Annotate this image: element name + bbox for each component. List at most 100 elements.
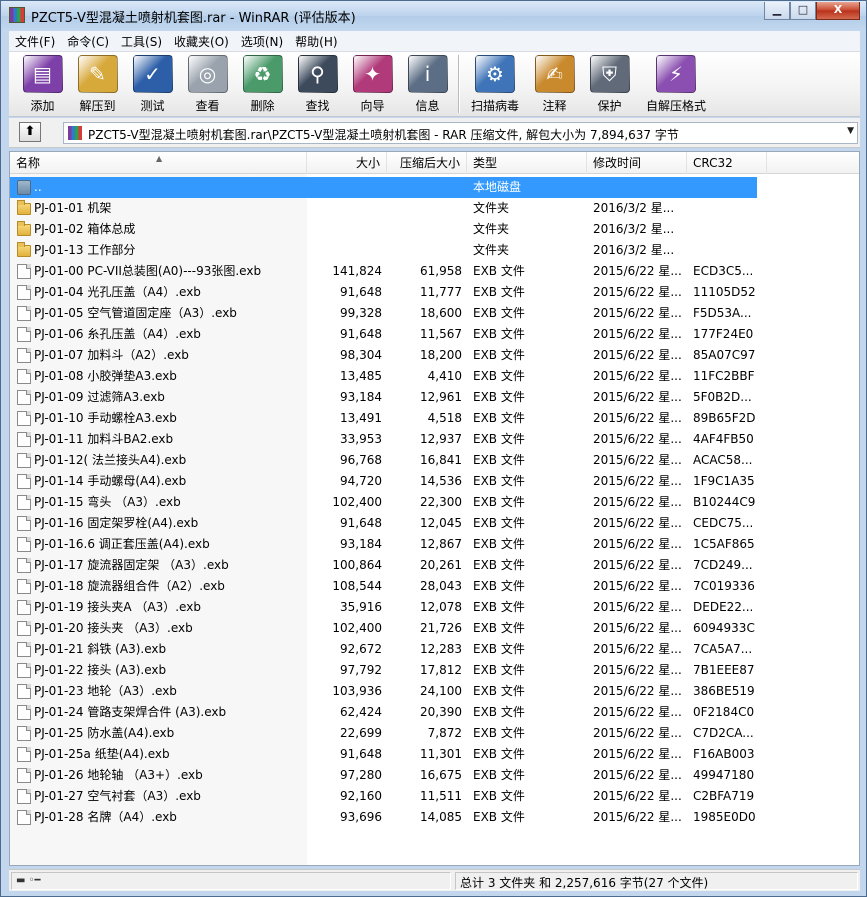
- cell-packed: 14,536: [420, 474, 462, 488]
- file-row[interactable]: PJ-01-06 糸孔压盖（A4）.exb 91,648 11,567 EXB 文件 2…: [10, 324, 859, 345]
- column-header-crc[interactable]: CRC32: [687, 152, 767, 174]
- toolbar-button-label: 向导: [360, 99, 385, 113]
- title-bar[interactable]: PZCT5-V型混凝土喷射机套图.rar - WinRAR (评估版本) ▁ □…: [1, 1, 866, 31]
- winrar-app-icon[interactable]: [9, 7, 25, 23]
- menu-file[interactable]: 文件(F): [9, 33, 61, 50]
- file-row[interactable]: PJ-01-15 弯头 （A3）.exb 102,400 22,300 EXB 文件 2…: [10, 492, 859, 513]
- file-row[interactable]: PJ-01-27 空气衬套（A3）.exb 92,160 11,511 EXB 文件 2…: [10, 786, 859, 807]
- toolbar-button-7[interactable]: i 信息: [400, 52, 455, 114]
- file-row[interactable]: PJ-01-11 加料斗BA2.exb 33,953 12,937 EXB 文件 201…: [10, 429, 859, 450]
- file-row[interactable]: PJ-01-25a 纸垫(A4).exb 91,648 11,301 EXB 文件 20…: [10, 744, 859, 765]
- folder-row[interactable]: PJ-01-02 箱体总成 文件夹 2016/3/2 星...: [10, 219, 859, 240]
- folder-icon: [17, 200, 31, 215]
- toolbar-button-3[interactable]: ◎ 查看: [180, 52, 235, 114]
- file-row[interactable]: PJ-01-07 加料斗（A2）.exb 98,304 18,200 EXB 文件 20…: [10, 345, 859, 366]
- column-header-name[interactable]: 名称 ▲: [10, 152, 307, 174]
- toolbar-button-6[interactable]: ✦ 向导: [345, 52, 400, 114]
- cell-crc: 7CA5A7...: [693, 642, 753, 656]
- column-header-modified[interactable]: 修改时间: [587, 152, 687, 174]
- cell-type: EXB 文件: [473, 726, 525, 740]
- column-header-type[interactable]: 类型: [467, 152, 587, 174]
- parent-dir-row[interactable]: .. 本地磁盘: [10, 177, 859, 198]
- menu-options[interactable]: 选项(N): [235, 33, 289, 50]
- file-row[interactable]: PJ-01-00 PC-VII总装图(A0)---93张图.exb 141,824…: [10, 261, 859, 282]
- file-icon: [17, 516, 31, 531]
- folder-row[interactable]: PJ-01-01 机架 文件夹 2016/3/2 星...: [10, 198, 859, 219]
- file-row[interactable]: PJ-01-08 小胶弹垫A3.exb 13,485 4,410 EXB 文件 2015…: [10, 366, 859, 387]
- status-summary: 总计 3 文件夹 和 2,257,616 字节(27 个文件): [460, 876, 709, 890]
- file-row[interactable]: PJ-01-21 斜铁 (A3).exb 92,672 12,283 EXB 文件 20…: [10, 639, 859, 660]
- file-row[interactable]: PJ-01-24 管路支架焊合件 (A3).exb 62,424 20,390 EXB…: [10, 702, 859, 723]
- cell-size: 102,400: [332, 495, 382, 509]
- column-header-size[interactable]: 大小: [307, 152, 387, 174]
- dropdown-arrow-icon[interactable]: ▼: [847, 126, 854, 136]
- file-row[interactable]: PJ-01-16.6 调正套压盖(A4).exb 93,184 12,867 EXB …: [10, 534, 859, 555]
- cell-modified: 2015/6/22 星...: [593, 558, 682, 572]
- cell-crc: 85A07C97: [693, 348, 756, 362]
- file-row[interactable]: PJ-01-28 名牌（A4）.exb 93,696 14,085 EXB 文件 201…: [10, 807, 859, 828]
- cell-packed: 28,043: [420, 579, 462, 593]
- toolbar-button-0[interactable]: ▤ 添加: [15, 52, 70, 114]
- cell-crc: C7D2CA...: [693, 726, 754, 740]
- cell-type: EXB 文件: [473, 768, 525, 782]
- view-glasses-icon: ◎: [187, 55, 228, 93]
- cell-modified: 2015/6/22 星...: [593, 327, 682, 341]
- minimize-button[interactable]: ▁: [764, 2, 790, 20]
- cell-name: PJ-01-21 斜铁 (A3).exb: [34, 642, 167, 656]
- file-row[interactable]: PJ-01-16 固定架罗栓(A4).exb 91,648 12,045 EXB 文件…: [10, 513, 859, 534]
- cell-modified: 2015/6/22 星...: [593, 390, 682, 404]
- file-row[interactable]: PJ-01-23 地轮（A3）.exb 103,936 24,100 EXB 文件 20…: [10, 681, 859, 702]
- file-row[interactable]: PJ-01-14 手动螺母(A4).exb 94,720 14,536 EXB 文件 2…: [10, 471, 859, 492]
- file-row[interactable]: PJ-01-05 空气管道固定座（A3）.exb 99,328 18,600 EXB …: [10, 303, 859, 324]
- file-row[interactable]: PJ-01-25 防水盖(A4).exb 22,699 7,872 EXB 文件 201…: [10, 723, 859, 744]
- menu-favorites[interactable]: 收藏夹(O): [168, 33, 235, 50]
- up-folder-button[interactable]: ⬆: [19, 122, 41, 142]
- cell-modified: 2015/6/22 星...: [593, 432, 682, 446]
- file-icon: [17, 810, 31, 825]
- file-row[interactable]: PJ-01-04 光孔压盖（A4）.exb 91,648 11,777 EXB 文件 2…: [10, 282, 859, 303]
- file-row[interactable]: PJ-01-22 接头 (A3).exb 97,792 17,812 EXB 文件 20…: [10, 660, 859, 681]
- toolbar-button-2[interactable]: ✓ 测试: [125, 52, 180, 114]
- file-icon: [17, 327, 31, 342]
- cell-size: 97,280: [340, 768, 382, 782]
- cell-packed: 22,300: [420, 495, 462, 509]
- toolbar-button-10[interactable]: ⛨ 保护: [582, 52, 637, 114]
- cell-modified: 2015/6/22 星...: [593, 600, 682, 614]
- drive-keys-icon[interactable]: ▬ ◦━: [16, 875, 41, 886]
- file-row[interactable]: PJ-01-26 地轮轴 （A3+）.exb 97,280 16,675 EXB 文件…: [10, 765, 859, 786]
- cell-type: 文件夹: [473, 222, 510, 236]
- file-row[interactable]: PJ-01-18 旋流器组合件（A2）.exb 108,544 28,043 EXB …: [10, 576, 859, 597]
- file-list[interactable]: 名称 ▲ 大小 压缩后大小 类型 修改时间 CRC32 .. 本地磁盘 PJ-01-…: [9, 151, 860, 866]
- menu-commands[interactable]: 命令(C): [61, 33, 115, 50]
- file-row[interactable]: PJ-01-12( 法兰接头A4).exb 96,768 16,841 EXB 文件 2…: [10, 450, 859, 471]
- cell-modified: 2015/6/22 星...: [593, 642, 682, 656]
- toolbar-button-9[interactable]: ✍ 注释: [527, 52, 582, 114]
- maximize-button[interactable]: □: [790, 2, 816, 20]
- cell-crc: 7CD249...: [693, 558, 753, 572]
- toolbar-button-11[interactable]: ⚡ 自解压格式: [637, 52, 715, 114]
- menu-help[interactable]: 帮助(H): [289, 33, 343, 50]
- cell-crc: [693, 240, 773, 261]
- cell-packed: 11,511: [420, 789, 462, 803]
- toolbar-button-1[interactable]: ✎ 解压到: [70, 52, 125, 114]
- close-button[interactable]: X: [816, 2, 860, 20]
- toolbar-button-5[interactable]: ⚲ 查找: [290, 52, 345, 114]
- menu-bar: 文件(F) 命令(C) 工具(S) 收藏夹(O) 选项(N) 帮助(H): [9, 31, 860, 51]
- file-row[interactable]: PJ-01-20 接头夹 （A3）.exb 102,400 21,726 EXB 文件…: [10, 618, 859, 639]
- file-icon: [17, 621, 31, 636]
- menu-tools[interactable]: 工具(S): [115, 33, 168, 50]
- cell-name: PJ-01-00 PC-VII总装图(A0)---93张图.exb: [34, 264, 262, 278]
- toolbar-button-8[interactable]: ⚙ 扫描病毒: [463, 52, 527, 114]
- file-icon: [17, 285, 31, 300]
- path-combobox[interactable]: PZCT5-V型混凝土喷射机套图.rar\PZCT5-V型混凝土喷射机套图 - …: [63, 122, 858, 144]
- file-row[interactable]: PJ-01-19 接头夹A （A3）.exb 35,916 12,078 EXB 文件…: [10, 597, 859, 618]
- file-row[interactable]: PJ-01-09 过滤筛A3.exb 93,184 12,961 EXB 文件 2015…: [10, 387, 859, 408]
- cell-crc: [693, 198, 773, 219]
- folder-row[interactable]: PJ-01-13 工作部分 文件夹 2016/3/2 星...: [10, 240, 859, 261]
- toolbar-button-4[interactable]: ♻ 删除: [235, 52, 290, 114]
- column-header-packed[interactable]: 压缩后大小: [387, 152, 467, 174]
- file-row[interactable]: PJ-01-10 手动螺栓A3.exb 13,491 4,518 EXB 文件 2015…: [10, 408, 859, 429]
- file-row[interactable]: PJ-01-17 旋流器固定架 （A3）.exb 100,864 20,261 EXB…: [10, 555, 859, 576]
- cell-crc: 5F0B2D...: [693, 390, 752, 404]
- cell-packed: 4,518: [427, 411, 462, 425]
